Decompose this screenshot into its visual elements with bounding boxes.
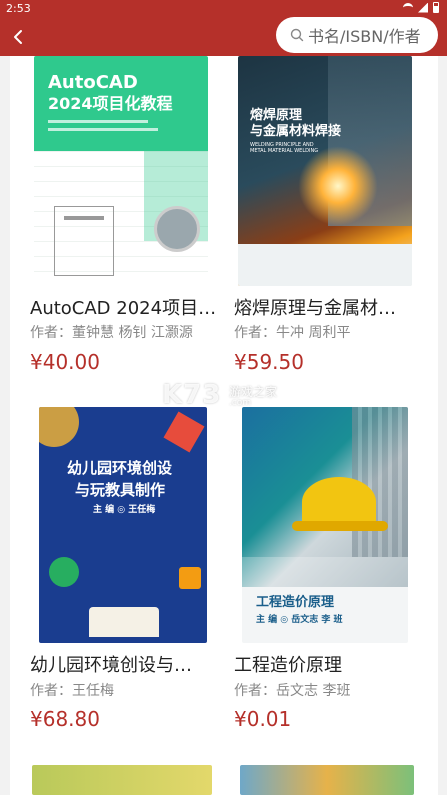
status-bar: 2:53 xyxy=(0,0,447,18)
book-title[interactable]: AutoCAD 2024项目… xyxy=(30,294,230,320)
search-icon xyxy=(290,28,304,42)
book-cover[interactable]: 熔焊原理 与金属材料焊接 WELDING PRINCIPLE AND METAL… xyxy=(238,56,412,286)
book-author: 作者：牛冲 周利平 xyxy=(234,325,351,341)
book-title[interactable]: 幼儿园环境创设与… xyxy=(30,651,230,677)
book-title[interactable]: 工程造价原理 xyxy=(234,651,434,677)
book-price: ¥40.00 xyxy=(30,350,100,374)
cover-title: 幼儿园环境创设 xyxy=(67,459,173,477)
watermark-url: .com xyxy=(229,398,252,408)
book-cover[interactable]: 幼儿园环境创设 与玩教具制作 主 编 ◎ 王任梅 xyxy=(39,407,207,643)
cover-title: 熔焊原理 xyxy=(250,108,303,123)
book-author: 作者：王任梅 xyxy=(30,683,114,699)
book-price: ¥0.01 xyxy=(234,707,292,731)
cover-title: 工程造价原理 xyxy=(256,595,335,610)
book-card[interactable]: 工程造价原理 主 编 ◎ 岳文志 李 班 工程造价原理 作者：岳文志 李班 ¥0… xyxy=(228,407,428,737)
book-title[interactable]: 熔焊原理与金属材… xyxy=(234,294,434,320)
book-cover[interactable] xyxy=(240,765,414,795)
book-cover[interactable] xyxy=(32,765,212,795)
cover-editor: 主 编 ◎ 岳文志 李 班 xyxy=(256,615,343,625)
book-price: ¥59.50 xyxy=(234,350,304,374)
cover-title: AutoCAD xyxy=(48,72,138,93)
book-card[interactable]: 幼儿园环境创设 与玩教具制作 主 编 ◎ 王任梅 幼儿园环境创设与… 作者：王任… xyxy=(24,407,224,737)
book-cover[interactable]: 工程造价原理 主 编 ◎ 岳文志 李 班 xyxy=(242,407,408,643)
book-grid: AutoCAD 2024项目化教程 AutoCAD 2024项目… 作者：董钟慧… xyxy=(10,56,438,795)
status-icons xyxy=(403,2,439,13)
cover-title: 2024项目化教程 xyxy=(48,94,173,113)
watermark-logo: K73 xyxy=(162,380,222,410)
back-arrow-icon xyxy=(14,30,22,44)
book-card[interactable]: 熔焊原理 与金属材料焊接 WELDING PRINCIPLE AND METAL… xyxy=(228,56,428,386)
cover-title: 与金属材料焊接 xyxy=(250,124,342,139)
book-card[interactable] xyxy=(228,765,428,795)
signal-icon xyxy=(418,2,428,13)
status-time: 2:53 xyxy=(6,2,31,15)
book-author: 作者：董钟慧 杨钊 江灏源 xyxy=(30,325,193,341)
search-input[interactable]: 书名/ISBN/作者 xyxy=(276,17,438,53)
cover-editor: 主 编 ◎ 王任梅 xyxy=(93,505,156,515)
back-button[interactable] xyxy=(6,24,30,50)
wifi-icon xyxy=(403,3,413,12)
cover-subtitle: WELDING PRINCIPLE AND METAL MATERIAL WEL… xyxy=(250,142,319,155)
battery-icon xyxy=(433,2,439,13)
book-author: 作者：岳文志 李班 xyxy=(234,683,351,699)
cover-title: 与玩教具制作 xyxy=(75,481,166,499)
book-card[interactable] xyxy=(24,765,224,795)
book-cover[interactable]: AutoCAD 2024项目化教程 xyxy=(34,56,208,286)
book-price: ¥68.80 xyxy=(30,707,100,731)
search-placeholder: 书名/ISBN/作者 xyxy=(308,27,421,46)
book-card[interactable]: AutoCAD 2024项目化教程 AutoCAD 2024项目… 作者：董钟慧… xyxy=(24,56,224,386)
app-header: 2:53 书名/ISBN/作者 xyxy=(0,0,447,56)
